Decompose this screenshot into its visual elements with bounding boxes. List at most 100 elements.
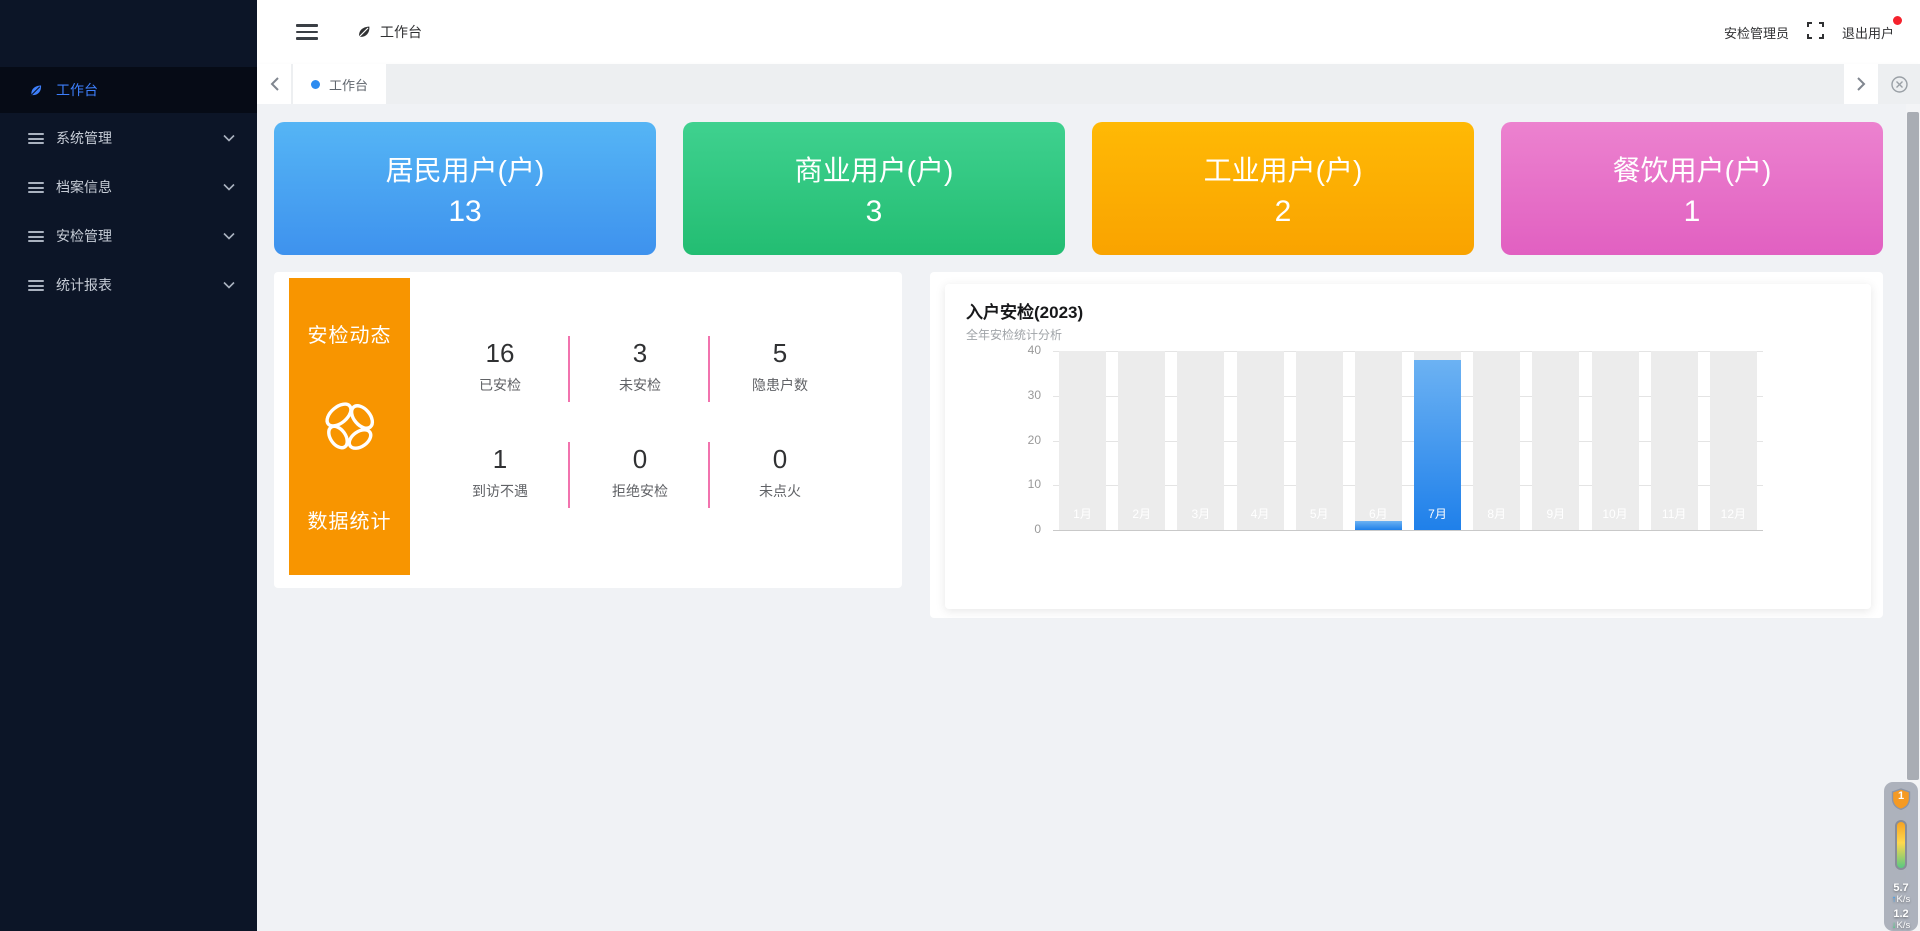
stat-card-title: 餐饮用户(户) [1501, 149, 1883, 189]
chevron-down-icon [223, 134, 235, 142]
fullscreen-button[interactable] [1807, 22, 1824, 42]
bar-track [1710, 351, 1757, 530]
logout-button[interactable]: 退出用户 [1842, 23, 1894, 42]
x-axis-label: 2月 [1118, 505, 1165, 522]
stat-card-title: 商业用户(户) [683, 149, 1065, 189]
y-axis-tick: 10 [1007, 477, 1041, 491]
menu-icon [28, 278, 44, 292]
breadcrumb[interactable]: 工作台 [356, 22, 422, 42]
bar-slot-9月: 9月 [1526, 351, 1585, 530]
x-axis-label: 12月 [1710, 505, 1757, 522]
sidebar-item-2[interactable]: 档案信息 [0, 162, 257, 211]
bar-value [1355, 521, 1402, 530]
tabs-scroll-right-button[interactable] [1844, 64, 1878, 104]
collapse-sidebar-button[interactable] [296, 20, 318, 44]
current-user[interactable]: 安检管理员 [1724, 23, 1789, 42]
network-monitor-widget[interactable]: 1 5.7 ↑K/s 1.2 ↓K/s [1884, 782, 1918, 931]
sidebar-item-label: 工作台 [56, 80, 235, 100]
stat-value: 3 [633, 338, 647, 369]
upload-speed-value: 5.7 [1892, 882, 1910, 894]
bar-track [1237, 351, 1284, 530]
bar-track [1651, 351, 1698, 530]
tabs-close-button[interactable] [1878, 64, 1920, 104]
x-axis-label: 4月 [1237, 505, 1284, 522]
inspection-stat-2: 5隐患户数 [710, 322, 850, 410]
sidebar-item-label: 统计报表 [56, 275, 223, 295]
bar-track [1592, 351, 1639, 530]
y-axis-tick: 20 [1007, 433, 1041, 447]
stat-card-0[interactable]: 居民用户(户)13 [274, 122, 656, 255]
scrollbar-thumb[interactable] [1907, 112, 1919, 780]
inspection-stat-4: 0拒绝安检 [570, 428, 710, 516]
download-speed-value: 1.2 [1892, 908, 1910, 920]
sidebar-item-4[interactable]: 统计报表 [0, 260, 257, 309]
x-axis-label: 10月 [1592, 505, 1639, 522]
x-axis-label: 7月 [1414, 505, 1461, 522]
stat-card-3[interactable]: 餐饮用户(户) 1 [1501, 122, 1883, 255]
bar-slot-4月: 4月 [1231, 351, 1290, 530]
tab-workbench[interactable]: 工作台 [293, 64, 386, 104]
stat-card-1[interactable]: 商业用户(户) 3 [683, 122, 1065, 255]
menu-icon [28, 131, 44, 145]
y-axis-tick: 0 [1007, 522, 1041, 536]
sidebar-item-3[interactable]: 安检管理 [0, 211, 257, 260]
bar-track [1059, 351, 1106, 530]
x-axis-label: 11月 [1651, 505, 1698, 522]
inspection-stat-1: 3未安检 [570, 322, 710, 410]
stat-cards-row: 居民用户(户)13 商业用户(户) 3 工业用户(户)2 餐饮用户(户) 1 [274, 122, 1883, 255]
stat-card-value: 3 [683, 195, 1065, 229]
main-content: 居民用户(户)13 商业用户(户) 3 工业用户(户)2 餐饮用户(户) 1 安检动态 数… [257, 104, 1920, 931]
tab-bar: 工作台 [257, 64, 1920, 104]
sidebar-item-label: 安检管理 [56, 226, 223, 246]
temperature-gauge-fill [1897, 822, 1905, 868]
bar-slot-6月: 6月 [1349, 351, 1408, 530]
sidebar-item-1[interactable]: 系统管理 [0, 113, 257, 162]
tabs-scroll-left-button[interactable] [257, 64, 291, 104]
sidebar-item-label: 档案信息 [56, 177, 223, 197]
stat-card-2[interactable]: 工业用户(户)2 [1092, 122, 1474, 255]
bar-slot-8月: 8月 [1467, 351, 1526, 530]
x-axis-label: 8月 [1473, 505, 1520, 522]
bar-slot-3月: 3月 [1171, 351, 1230, 530]
top-header: 工作台 安检管理员 退出用户 [257, 0, 1920, 64]
bar-track [1355, 351, 1402, 530]
x-axis-label: 6月 [1355, 505, 1402, 522]
fullscreen-icon [1807, 22, 1824, 39]
menu-icon [28, 229, 44, 243]
chart-panel: 入户安检(2023) 全年安检统计分析 0102030401月2月3月4月5月6… [930, 272, 1883, 618]
inspection-summary-card: 安检动态 数据统计 16已安检3未安检5隐患户数1到访不遇0拒绝安检0未点火 [274, 272, 902, 588]
bar-slot-10月: 10月 [1586, 351, 1645, 530]
x-axis-label: 9月 [1532, 505, 1579, 522]
chart-title: 入户安检(2023) [966, 298, 1083, 323]
inspection-stat-0: 16已安检 [430, 322, 570, 410]
chevron-down-icon [223, 281, 235, 289]
x-axis-label: 3月 [1177, 505, 1224, 522]
sidebar-logo-area [0, 0, 257, 67]
x-axis-line [1053, 530, 1763, 531]
banner-title-top: 安检动态 [308, 319, 392, 348]
inspection-stat-3: 1 到访不遇 [430, 428, 570, 516]
stat-value: 5 [773, 338, 787, 369]
x-axis-label: 1月 [1059, 505, 1106, 522]
inspection-banner: 安检动态 数据统计 [289, 278, 410, 575]
stat-label: 到访不遇 [472, 481, 528, 501]
stat-card-value: 2 [1092, 195, 1474, 229]
x-axis-label: 5月 [1296, 505, 1343, 522]
sidebar-item-0[interactable]: 工作台 [0, 67, 257, 113]
temperature-gauge [1895, 820, 1907, 870]
menu-icon [28, 180, 44, 194]
stat-label: 已安检 [479, 375, 521, 395]
sidebar-item-label: 系统管理 [56, 128, 223, 148]
chevron-left-icon [270, 77, 279, 91]
y-axis-tick: 30 [1007, 388, 1041, 402]
stat-label: 拒绝安检 [612, 481, 668, 501]
bar-chart-plot: 0102030401月2月3月4月5月6月7月8月9月10月11月12月 [1053, 351, 1763, 530]
inspection-stats-grid: 16已安检3未安检5隐患户数1到访不遇0拒绝安检0未点火 [430, 322, 850, 516]
chevron-down-icon [223, 232, 235, 240]
stat-value: 1 [493, 444, 507, 475]
bar-slot-11月: 11月 [1645, 351, 1704, 530]
stat-card-value: 1 [1501, 195, 1883, 229]
chevron-down-icon [223, 183, 235, 191]
tab-active-dot [311, 80, 320, 89]
sidebar: 工作台系统管理档案信息安检管理统计报表 [0, 0, 257, 931]
